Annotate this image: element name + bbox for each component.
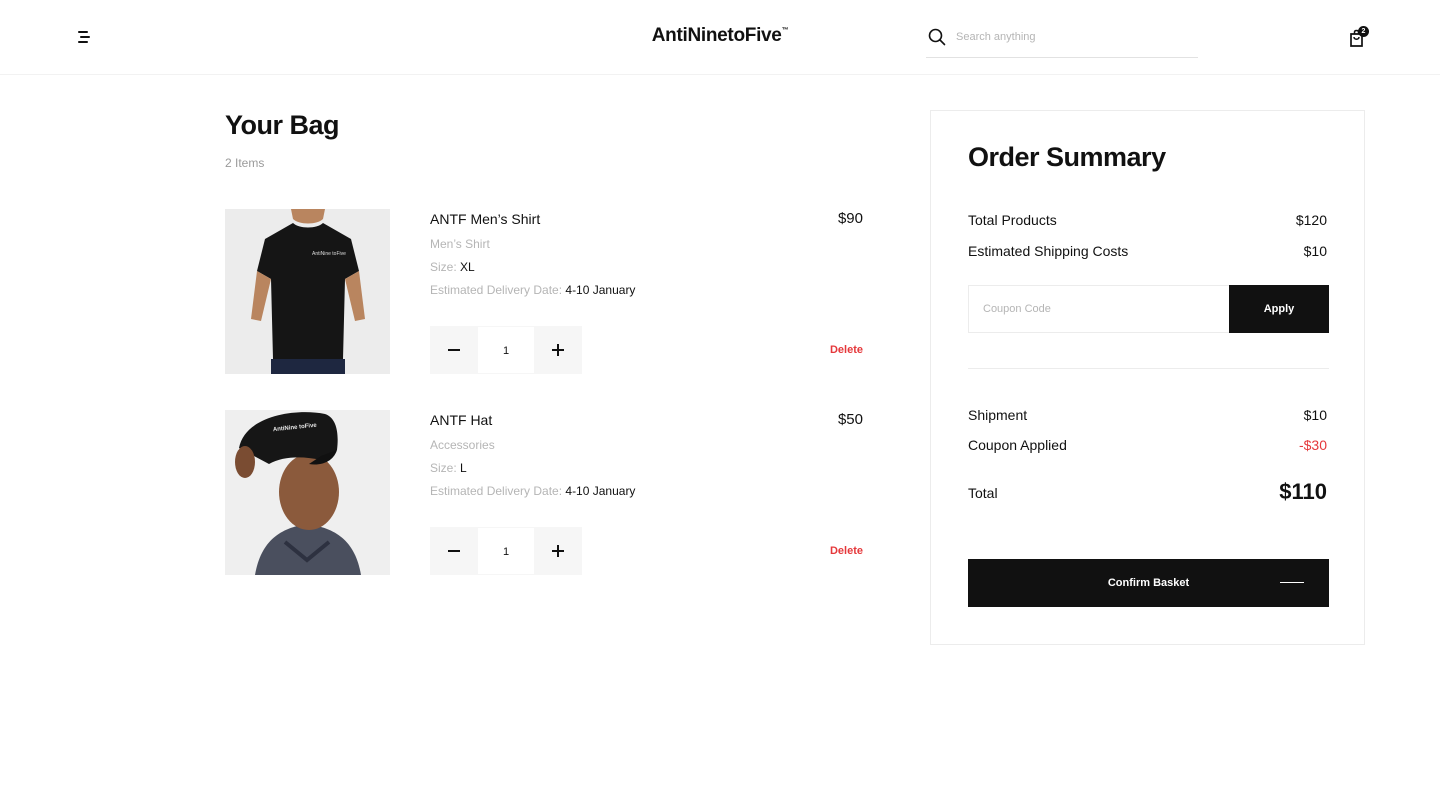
- quantity-stepper: 1: [430, 527, 582, 575]
- item-price: $50: [837, 411, 863, 428]
- item-name[interactable]: ANTF Men’s Shirt: [430, 211, 540, 227]
- search-icon[interactable]: [928, 28, 946, 46]
- bag-item: AntiNine toFive ANTF Men’s Shirt $90 Men…: [225, 209, 865, 375]
- search-input[interactable]: [956, 28, 1186, 46]
- arrow-line-icon: [1280, 582, 1304, 583]
- product-image-hat[interactable]: AntiNine toFive: [225, 410, 390, 575]
- delivery-label: Estimated Delivery Date:: [430, 484, 563, 498]
- delivery-label: Estimated Delivery Date:: [430, 283, 563, 297]
- decrease-quantity-button[interactable]: [430, 527, 478, 575]
- delivery-value: 4-10 January: [565, 283, 636, 297]
- t-shirt-illustration: AntiNine toFive: [225, 209, 390, 374]
- increase-quantity-button[interactable]: [534, 326, 582, 374]
- shirt-print-text: AntiNine toFive: [312, 251, 346, 257]
- size-value: L: [460, 461, 467, 475]
- total-products-value: $120: [1295, 212, 1327, 228]
- cart-count-badge: 2: [1358, 26, 1369, 37]
- shipment-label: Shipment: [968, 407, 1028, 423]
- shipping-costs-label: Estimated Shipping Costs: [968, 243, 1129, 259]
- delivery-value: 4-10 January: [565, 484, 636, 498]
- brand-logo[interactable]: AntiNinetoFive™: [620, 25, 820, 47]
- search-bar: [926, 24, 1198, 58]
- total-label: Total: [968, 485, 998, 501]
- item-price: $90: [837, 210, 863, 227]
- hat-illustration: AntiNine toFive: [225, 410, 390, 575]
- shipping-costs-value: $10: [1303, 243, 1327, 259]
- cart-button[interactable]: 2: [1347, 26, 1371, 50]
- coupon-applied-value: -$30: [1298, 437, 1327, 453]
- total-products-label: Total Products: [968, 212, 1057, 228]
- shipment-value: $10: [1303, 407, 1327, 423]
- confirm-basket-label: Confirm Basket: [1107, 577, 1190, 589]
- coupon-applied-label: Coupon Applied: [968, 437, 1067, 453]
- increase-quantity-button[interactable]: [534, 527, 582, 575]
- item-delivery: Estimated Delivery Date: 4-10 January: [430, 283, 635, 297]
- coupon-code-input[interactable]: [968, 285, 1230, 333]
- item-name[interactable]: ANTF Hat: [430, 412, 492, 428]
- total-value: $110: [1279, 479, 1327, 504]
- size-label: Size:: [430, 461, 457, 475]
- product-image-shirt[interactable]: AntiNine toFive: [225, 209, 390, 374]
- summary-divider: [968, 368, 1329, 369]
- item-delivery: Estimated Delivery Date: 4-10 January: [430, 484, 635, 498]
- item-count: 2 Items: [225, 156, 265, 170]
- item-size: Size: L: [430, 461, 467, 475]
- order-summary-panel: Order Summary Total Products $120 Estima…: [930, 110, 1365, 645]
- summary-title: Order Summary: [968, 142, 1166, 172]
- confirm-basket-button[interactable]: Confirm Basket: [968, 559, 1329, 607]
- menu-icon[interactable]: [76, 29, 92, 45]
- bag-item: AntiNine toFive ANTF Hat $50 Accessories…: [225, 410, 865, 576]
- delete-item-button[interactable]: Delete: [830, 545, 863, 557]
- item-category: Accessories: [430, 438, 495, 452]
- apply-coupon-button[interactable]: Apply: [1229, 285, 1329, 333]
- delete-item-button[interactable]: Delete: [830, 344, 863, 356]
- size-label: Size:: [430, 260, 457, 274]
- item-category: Men’s Shirt: [430, 237, 490, 251]
- quantity-value[interactable]: 1: [478, 527, 534, 575]
- size-value: XL: [460, 260, 475, 274]
- top-header: AntiNinetoFive™ 2: [0, 0, 1440, 75]
- decrease-quantity-button[interactable]: [430, 326, 478, 374]
- page-title: Your Bag: [225, 110, 340, 140]
- quantity-stepper: 1: [430, 326, 582, 374]
- item-size: Size: XL: [430, 260, 475, 274]
- quantity-value[interactable]: 1: [478, 326, 534, 374]
